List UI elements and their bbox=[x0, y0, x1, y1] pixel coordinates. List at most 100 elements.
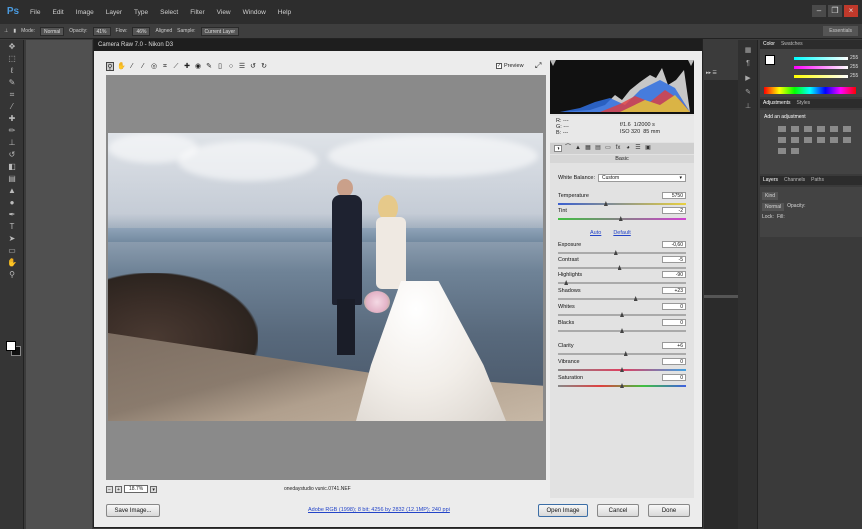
minimize-button[interactable]: – bbox=[812, 5, 826, 17]
snapshots-tab-icon[interactable]: ▣ bbox=[644, 145, 652, 152]
zoom-in-button[interactable]: + bbox=[115, 485, 122, 493]
targeted-adjustment-tool-icon[interactable]: ◎ bbox=[150, 62, 158, 71]
spot-removal-tool-icon[interactable]: ✚ bbox=[183, 62, 191, 71]
crop-tool-icon[interactable]: ⌗ bbox=[5, 90, 19, 100]
tab-styles[interactable]: Styles bbox=[797, 99, 811, 108]
close-button[interactable]: × bbox=[844, 5, 858, 17]
tab-adjustments[interactable]: Adjustments bbox=[763, 99, 791, 108]
slider-track[interactable] bbox=[558, 282, 686, 284]
presets-tab-icon[interactable]: ☰ bbox=[634, 145, 642, 152]
restore-button[interactable]: ❐ bbox=[828, 5, 842, 17]
hsl-tab-icon[interactable]: ▦ bbox=[584, 145, 592, 152]
slider-value-field[interactable]: +6 bbox=[662, 342, 686, 349]
foreground-color-swatch[interactable] bbox=[6, 341, 16, 351]
tab-layers[interactable]: Layers bbox=[763, 176, 778, 185]
adjustment-brush-icon[interactable]: ✎ bbox=[205, 62, 213, 71]
clone-source-panel-icon[interactable]: ⊥ bbox=[743, 102, 753, 110]
slider-value-field[interactable]: -5 bbox=[662, 256, 686, 263]
slider-value-field[interactable]: -90 bbox=[662, 271, 686, 278]
levels-icon[interactable] bbox=[791, 126, 799, 132]
layer-kind-filter[interactable]: Kind bbox=[762, 192, 779, 200]
posterize-icon[interactable] bbox=[843, 137, 851, 143]
zoom-out-button[interactable]: − bbox=[106, 485, 113, 493]
sample-select[interactable]: Current Layer bbox=[200, 26, 240, 36]
slider-value-field[interactable]: -0,60 bbox=[662, 241, 686, 248]
white-balance-tool-icon[interactable]: ⁄ bbox=[128, 62, 136, 71]
actions-panel-icon[interactable]: ▶ bbox=[743, 74, 753, 82]
menu-file[interactable]: File bbox=[24, 9, 46, 16]
document-scrollbar[interactable] bbox=[704, 295, 738, 298]
color-spectrum-ramp[interactable] bbox=[764, 87, 856, 94]
curves-icon[interactable] bbox=[804, 126, 812, 132]
preview-toggle[interactable]: ✓ Preview bbox=[496, 63, 524, 69]
photo-filter-icon[interactable] bbox=[804, 137, 812, 143]
menu-filter[interactable]: Filter bbox=[184, 9, 210, 16]
done-button[interactable]: Done bbox=[648, 504, 690, 517]
quick-select-tool-icon[interactable]: ✎ bbox=[5, 78, 19, 88]
default-link[interactable]: Default bbox=[613, 230, 630, 236]
panel-collapse-icons[interactable]: ▸▸ ☰ bbox=[706, 70, 736, 80]
invert-icon[interactable] bbox=[830, 137, 838, 143]
effects-tab-icon[interactable]: fx bbox=[614, 145, 622, 152]
history-panel-icon[interactable]: ▦ bbox=[743, 46, 753, 54]
gradient-tool-icon[interactable]: ▤ bbox=[5, 174, 19, 184]
red-value[interactable]: 255 bbox=[850, 55, 858, 61]
zoom-tool-icon[interactable]: ⚲ bbox=[5, 270, 19, 280]
zoom-tool-icon[interactable]: ⚲ bbox=[106, 62, 114, 71]
tab-color[interactable]: Color bbox=[763, 40, 775, 49]
brush-tool-icon[interactable]: ✏ bbox=[5, 126, 19, 136]
eraser-tool-icon[interactable]: ◧ bbox=[5, 162, 19, 172]
tab-swatches[interactable]: Swatches bbox=[781, 40, 803, 49]
tab-paths[interactable]: Paths bbox=[811, 176, 824, 185]
slider-track[interactable] bbox=[558, 298, 686, 300]
preview-canvas[interactable] bbox=[106, 75, 546, 480]
red-slider[interactable] bbox=[794, 57, 848, 60]
stamp-tool-icon[interactable]: ⊥ bbox=[4, 28, 8, 34]
open-image-button[interactable]: Open Image bbox=[538, 504, 588, 517]
crop-tool-icon[interactable]: ⌗ bbox=[161, 62, 169, 71]
split-toning-tab-icon[interactable]: ▤ bbox=[594, 145, 602, 152]
exposure-icon[interactable] bbox=[817, 126, 825, 132]
brightness-icon[interactable] bbox=[778, 126, 786, 132]
slider-value-field[interactable]: 0 bbox=[662, 303, 686, 310]
tone-curve-tab-icon[interactable]: ⌒ bbox=[564, 145, 572, 152]
rotate-right-icon[interactable]: ↻ bbox=[260, 62, 268, 71]
type-tool-icon[interactable]: T bbox=[5, 222, 19, 232]
blur-tool-icon[interactable]: ▲ bbox=[5, 186, 19, 196]
opacity-field[interactable]: 41% bbox=[92, 26, 111, 36]
slider-track[interactable] bbox=[558, 353, 686, 355]
fullscreen-icon[interactable]: ⤢ bbox=[535, 61, 544, 70]
brush-preset-icon[interactable]: ▮ bbox=[13, 28, 16, 34]
auto-link[interactable]: Auto bbox=[590, 230, 601, 236]
eyedropper-tool-icon[interactable]: ⁄ bbox=[5, 102, 19, 112]
slider-track[interactable] bbox=[558, 252, 686, 254]
slider-value-field[interactable]: +23 bbox=[662, 287, 686, 294]
blue-value[interactable]: 255 bbox=[850, 73, 858, 79]
menu-image[interactable]: Image bbox=[70, 9, 100, 16]
straighten-tool-icon[interactable]: ⟋ bbox=[172, 62, 180, 71]
slider-value-field[interactable]: 0 bbox=[662, 319, 686, 326]
color-sampler-tool-icon[interactable]: ⁄ bbox=[139, 62, 147, 71]
channel-mixer-icon[interactable] bbox=[817, 137, 825, 143]
menu-select[interactable]: Select bbox=[154, 9, 184, 16]
clone-stamp-tool-icon[interactable]: ⊥ bbox=[5, 138, 19, 148]
basic-tab-icon[interactable]: ◑ bbox=[554, 145, 562, 152]
rotate-left-icon[interactable]: ↺ bbox=[249, 62, 257, 71]
graduated-filter-icon[interactable]: ▯ bbox=[216, 62, 224, 71]
pen-tool-icon[interactable]: ✒ bbox=[5, 210, 19, 220]
green-slider[interactable] bbox=[794, 66, 848, 69]
white-balance-select[interactable]: Custom ▾ bbox=[598, 174, 686, 182]
preview-checkbox[interactable]: ✓ bbox=[496, 63, 502, 69]
lens-corrections-tab-icon[interactable]: ▭ bbox=[604, 145, 612, 152]
properties-panel-icon[interactable]: ¶ bbox=[743, 60, 753, 68]
radial-filter-icon[interactable]: ○ bbox=[227, 62, 235, 71]
blue-slider[interactable] bbox=[794, 75, 848, 78]
color-panel-foreground[interactable] bbox=[765, 55, 775, 65]
color-balance-icon[interactable] bbox=[778, 137, 786, 143]
workspace-switcher[interactable]: Essentials bbox=[823, 26, 858, 36]
hand-tool-icon[interactable]: ✋ bbox=[5, 258, 19, 268]
slider-value-field[interactable]: 5750 bbox=[662, 192, 686, 199]
red-eye-tool-icon[interactable]: ◉ bbox=[194, 62, 202, 71]
menu-type[interactable]: Type bbox=[128, 9, 154, 16]
shape-tool-icon[interactable]: ▭ bbox=[5, 246, 19, 256]
